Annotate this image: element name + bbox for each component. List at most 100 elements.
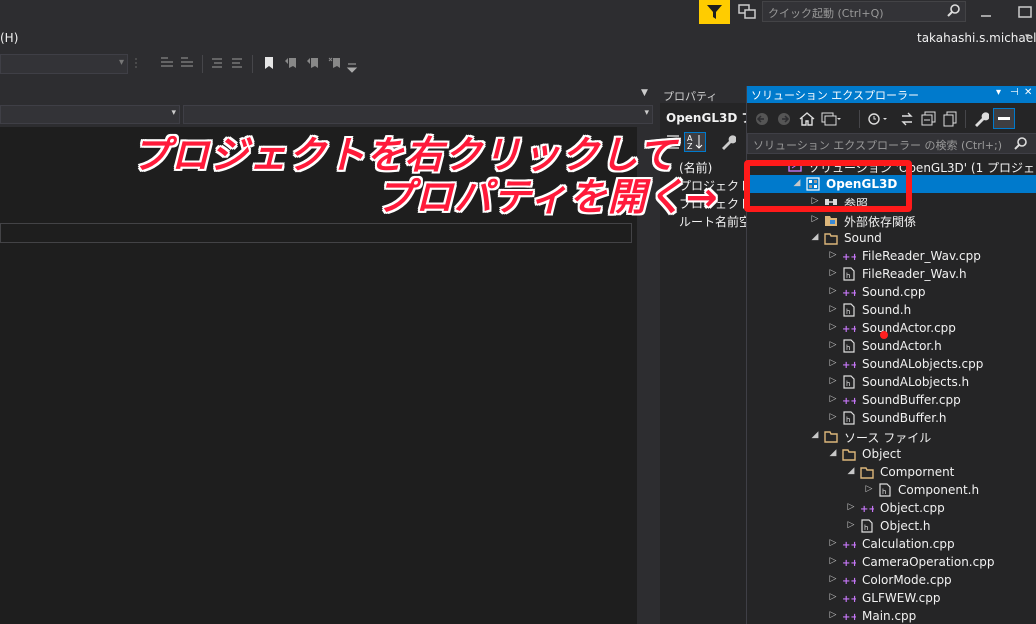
collapse-all-icon[interactable]: [921, 111, 937, 127]
properties-wrench-icon[interactable]: [973, 111, 989, 127]
expand-arrow-icon[interactable]: ▷: [828, 340, 838, 352]
back-icon[interactable]: [755, 112, 769, 126]
tree-item[interactable]: ▷ ++ Calculation.cpp: [747, 535, 1036, 553]
expand-arrow-icon[interactable]: ▷: [828, 412, 838, 424]
tree-item[interactable]: ▷ ++ SoundBuffer.cpp: [747, 391, 1036, 409]
switch-views-icon[interactable]: [821, 111, 841, 127]
tab-list-dropdown-icon[interactable]: ▼: [641, 88, 648, 98]
tree-item[interactable]: ◢ Sound: [747, 229, 1036, 247]
home-icon[interactable]: [799, 111, 815, 127]
expand-arrow-icon[interactable]: ▷: [828, 556, 838, 568]
expand-arrow-icon[interactable]: ▷: [828, 574, 838, 586]
forward-icon[interactable]: [777, 112, 791, 126]
tree-item[interactable]: ▷ h FileReader_Wav.h: [747, 265, 1036, 283]
tree-item[interactable]: ▷ ++ SoundALobjects.cpp: [747, 355, 1036, 373]
pending-changes-filter-icon[interactable]: [867, 111, 889, 127]
tree-item[interactable]: ▷ 外部依存関係: [747, 211, 1036, 229]
properties-title-bar[interactable]: プロパティ: [660, 86, 746, 103]
toolbar-overflow-icon[interactable]: [133, 56, 147, 70]
tree-item-label: ソース ファイル: [844, 431, 932, 445]
expand-arrow-icon[interactable]: ▷: [846, 520, 856, 532]
show-all-files-icon[interactable]: [943, 111, 959, 127]
expand-arrow-icon[interactable]: ▷: [828, 304, 838, 316]
account-dropdown-icon[interactable]: ▾: [1025, 32, 1030, 42]
collapse-arrow-icon[interactable]: ◢: [846, 466, 856, 478]
expand-arrow-icon[interactable]: ▷: [828, 358, 838, 370]
maximize-icon[interactable]: [1018, 6, 1032, 18]
alphabetical-sort-icon[interactable]: AZ: [684, 132, 706, 152]
pin-icon[interactable]: ⊣: [1010, 87, 1019, 98]
properties-target-selector[interactable]: OpenGL3D プロ: [660, 106, 746, 126]
bookmark-icon[interactable]: [262, 56, 276, 70]
indent-icon[interactable]: [210, 56, 224, 70]
tree-item-label: GLFWEW.cpp: [862, 591, 941, 605]
scope-dropdown[interactable]: ▾: [0, 105, 180, 124]
expand-arrow-icon[interactable]: ▷: [828, 538, 838, 550]
solution-explorer-toolbar: [747, 106, 1036, 132]
outdent-icon[interactable]: [230, 56, 244, 70]
expand-arrow-icon[interactable]: ▷: [810, 214, 820, 226]
solution-explorer-search-input[interactable]: ソリューション エクスプローラー の検索 (Ctrl+;): [747, 133, 1036, 154]
quick-launch-placeholder: クイック起動 (Ctrl+Q): [768, 7, 884, 20]
next-bookmark-icon[interactable]: [306, 56, 320, 70]
cpp-file-icon: ++: [842, 558, 856, 569]
tree-item[interactable]: ▷ ++ Main.cpp: [747, 607, 1036, 624]
expand-arrow-icon[interactable]: ▷: [828, 394, 838, 406]
collapse-arrow-icon[interactable]: ◢: [810, 232, 820, 244]
account-name[interactable]: takahashi.s.michael: [917, 31, 1036, 45]
sync-with-active-document-icon[interactable]: [899, 111, 915, 127]
tree-item[interactable]: ▷ ++ ColorMode.cpp: [747, 571, 1036, 589]
expand-arrow-icon[interactable]: ▷: [828, 250, 838, 262]
tree-item[interactable]: ▷ ++ Object.cpp: [747, 499, 1036, 517]
tree-item[interactable]: ▷ h SoundActor.h: [747, 337, 1036, 355]
expand-arrow-icon[interactable]: ▷: [828, 268, 838, 280]
filter-folder-icon: [842, 449, 856, 461]
menu-help[interactable]: (H): [0, 31, 18, 45]
tree-item[interactable]: ▷ ++ CameraOperation.cpp: [747, 553, 1036, 571]
tree-item[interactable]: ▷ h Object.h: [747, 517, 1036, 535]
expand-arrow-icon[interactable]: ▷: [846, 502, 856, 514]
expand-arrow-icon[interactable]: ▷: [828, 376, 838, 388]
filter-folder-icon: [824, 233, 838, 245]
tree-item[interactable]: ◢ Compornent: [747, 463, 1036, 481]
toolbar-combo[interactable]: ▾: [0, 54, 128, 74]
close-icon[interactable]: ✕: [1024, 87, 1032, 98]
uncomment-icon[interactable]: [180, 56, 194, 70]
window-position-dropdown-icon[interactable]: ▾: [996, 87, 1001, 98]
member-dropdown[interactable]: ▾: [183, 105, 653, 124]
property-pages-wrench-icon[interactable]: [720, 134, 736, 150]
tree-item[interactable]: ▷ ++ Sound.cpp: [747, 283, 1036, 301]
expand-arrow-icon[interactable]: ▷: [828, 610, 838, 622]
solution-explorer-title-bar[interactable]: ソリューション エクスプローラー ▾ ⊣ ✕: [747, 86, 1036, 103]
comment-out-icon[interactable]: [160, 56, 174, 70]
chevron-down-icon: ▾: [644, 108, 649, 118]
svg-text:h: h: [864, 524, 868, 532]
feedback-icon[interactable]: [738, 4, 756, 20]
expand-arrow-icon[interactable]: ▷: [864, 484, 874, 496]
find-box[interactable]: [0, 223, 632, 243]
expand-arrow-icon[interactable]: ▷: [828, 322, 838, 334]
svg-text:h: h: [846, 416, 850, 424]
tree-item[interactable]: ▷ h Component.h: [747, 481, 1036, 499]
tree-item[interactable]: ◢ ソース ファイル: [747, 427, 1036, 445]
menu-bar: (H) takahashi.s.michael ▾: [0, 26, 1036, 50]
tree-item[interactable]: ▷ h SoundALobjects.h: [747, 373, 1036, 391]
tree-item[interactable]: ▷ ++ FileReader_Wav.cpp: [747, 247, 1036, 265]
toolbar-options-icon[interactable]: [346, 60, 360, 74]
collapse-arrow-icon[interactable]: ◢: [810, 430, 820, 442]
minimize-icon[interactable]: [980, 6, 992, 18]
tree-item[interactable]: ◢ Object: [747, 445, 1036, 463]
collapse-arrow-icon[interactable]: ◢: [828, 448, 838, 460]
search-icon: [1014, 137, 1027, 150]
tree-item[interactable]: ▷ h Sound.h: [747, 301, 1036, 319]
clear-bookmarks-icon[interactable]: [328, 56, 342, 70]
quick-launch-input[interactable]: クイック起動 (Ctrl+Q): [762, 1, 966, 22]
previous-bookmark-icon[interactable]: [284, 56, 298, 70]
expand-arrow-icon[interactable]: ▷: [828, 592, 838, 604]
notification-flag-button[interactable]: [699, 0, 730, 24]
tree-item[interactable]: ▷ h SoundBuffer.h: [747, 409, 1036, 427]
tree-item[interactable]: ▷ ++ GLFWEW.cpp: [747, 589, 1036, 607]
preview-selected-items-icon[interactable]: [993, 108, 1015, 129]
expand-arrow-icon[interactable]: ▷: [828, 286, 838, 298]
tree-item[interactable]: ▷ ++ SoundActor.cpp: [747, 319, 1036, 337]
